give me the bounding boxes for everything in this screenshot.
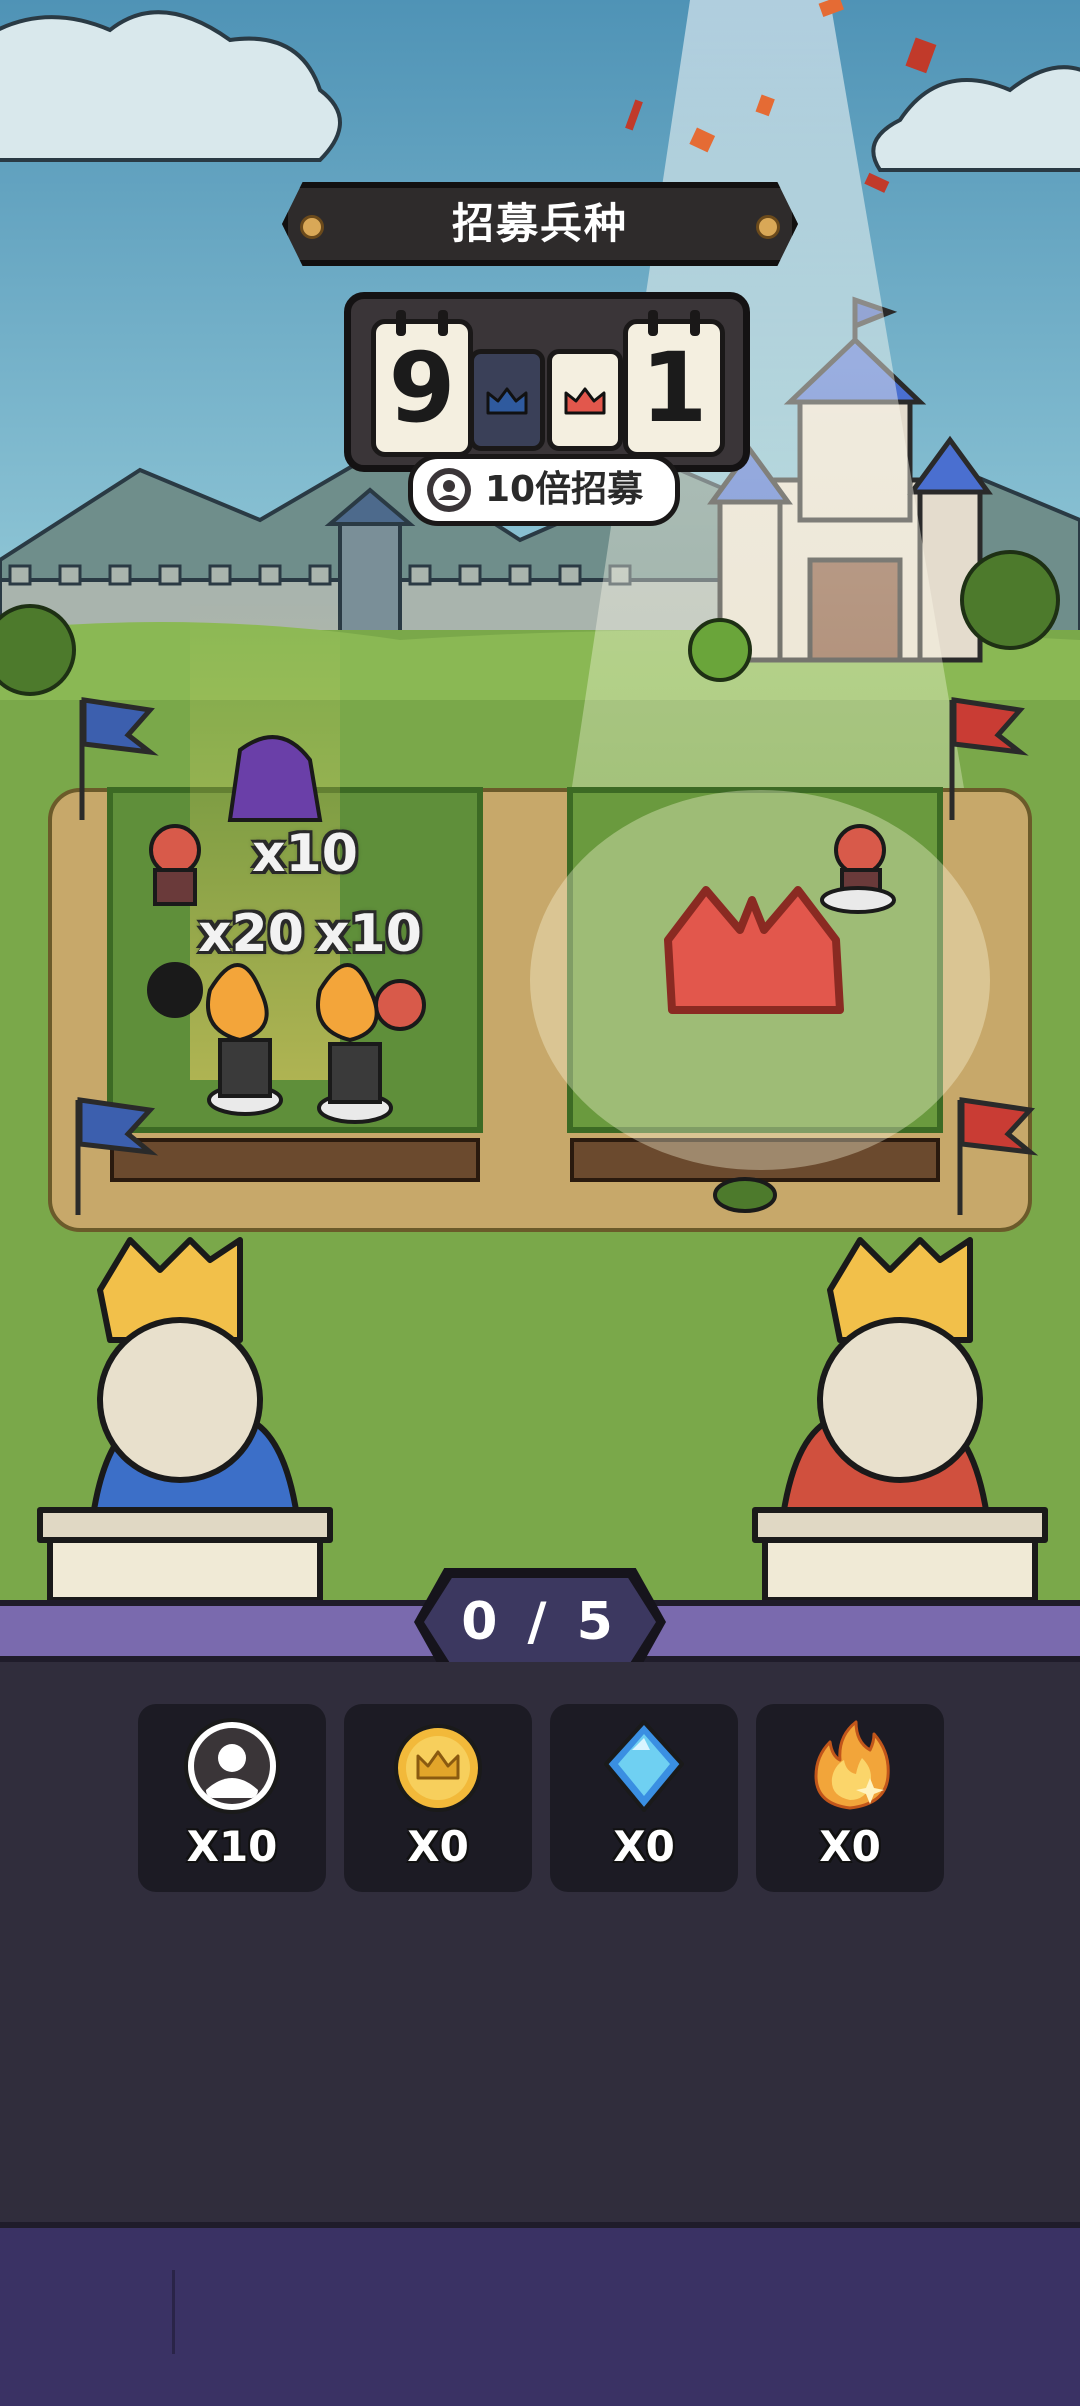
blue-gem-icon [594,1716,694,1816]
resource-tile-recruit-token[interactable]: X10 [138,1704,326,1892]
gold-crown-coin-icon [388,1716,488,1816]
page-title: 招募兵种 [451,199,628,248]
resource-tile-fire[interactable]: X0 [756,1704,944,1892]
nav-divider [172,2270,175,2354]
progress-badge: 0 / 5 [414,1568,666,1676]
recruit-token-icon [427,468,471,512]
resource-count-fire: X0 [819,1822,881,1871]
resource-count-recruit-token: X10 [186,1822,278,1871]
red-score-value: 1 [640,332,708,444]
title-banner: 招募兵种 [282,182,798,266]
resource-count-blue-gem: X0 [613,1822,675,1871]
wizard-multiplier-label: x10 [252,824,358,884]
ten-times-recruit-label: 10倍招募 [485,469,644,510]
resource-tile-gold-coin[interactable]: X0 [344,1704,532,1892]
blue-crown-icon [469,349,545,451]
score-board: 9 1 [344,292,750,472]
blue-score-value: 9 [388,332,456,444]
warrior-multiplier-label: x10 [316,904,422,964]
resource-count-gold-coin: X0 [407,1822,469,1871]
red-crown-icon [547,349,623,451]
progress-counter: 0 / 5 [461,1592,619,1652]
bottom-navigation-bar[interactable] [0,2222,1080,2406]
fire-icon [800,1716,900,1816]
recruit-token-icon [182,1716,282,1816]
gunner-multiplier-label: x20 [198,904,304,964]
red-score-card: 1 [623,310,725,457]
blue-score-card: 9 [371,310,473,457]
resource-tile-blue-gem[interactable]: X0 [550,1704,738,1892]
ten-times-recruit-button[interactable]: 10倍招募 [408,454,680,526]
